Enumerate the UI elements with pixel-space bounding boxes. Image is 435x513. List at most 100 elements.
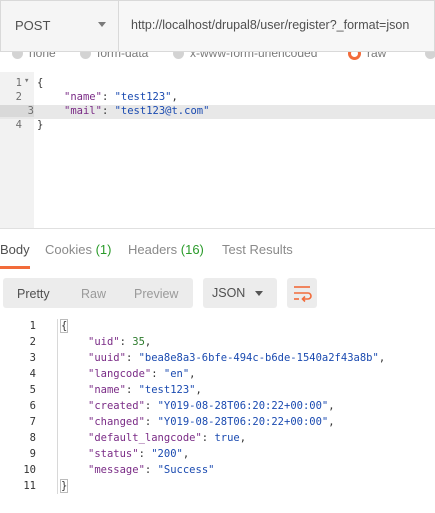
- code-text: }: [59, 479, 69, 493]
- radio-dot-icon: [80, 52, 91, 60]
- tab-label: Cookies: [45, 242, 92, 257]
- body-type-radio-3[interactable]: raw: [348, 52, 386, 64]
- json-key: "message": [88, 464, 145, 476]
- chevron-down-icon: [98, 22, 106, 27]
- divider: [0, 228, 435, 229]
- tab-body[interactable]: Body: [0, 242, 30, 257]
- body-type-radio-0[interactable]: none: [12, 52, 56, 64]
- line-number: 3: [29, 352, 36, 364]
- json-key: "name": [88, 384, 126, 396]
- view-pretty-button[interactable]: Pretty: [17, 287, 50, 301]
- code-text: "mail": "test123@t.com": [64, 105, 210, 117]
- json-value: "Success": [157, 464, 215, 476]
- radio-dot-icon: [12, 52, 23, 60]
- active-tab-indicator: [0, 266, 30, 269]
- json-key: "changed": [88, 416, 145, 428]
- view-preview-button[interactable]: Preview: [134, 287, 178, 301]
- code-line: 10 "message": "Success": [0, 464, 435, 480]
- json-key: "created": [88, 400, 145, 412]
- code-line: 6 "created": "Y019-08-28T06:20:22+00:00",: [0, 400, 435, 416]
- json-bracket: }: [59, 479, 69, 493]
- json-punct: ,: [189, 368, 196, 380]
- tab-headers[interactable]: Headers (16): [128, 242, 204, 257]
- code-line: 4 "langcode": "en",: [0, 368, 435, 384]
- wrap-lines-icon: [294, 286, 312, 303]
- json-value: "bea8e8a3-6bfe-494c-b6de-1540a2f43a8b": [138, 352, 379, 364]
- json-punct: ,: [239, 432, 247, 444]
- radio-label: none: [29, 52, 56, 60]
- json-punct: ,: [182, 448, 190, 460]
- tab-test-results[interactable]: Test Results: [222, 242, 293, 257]
- json-bracket: {: [59, 319, 69, 333]
- chevron-down-icon: [255, 291, 263, 296]
- request-bar: POST http://localhost/drupal8/user/regis…: [0, 0, 435, 52]
- json-key: "status": [88, 448, 139, 460]
- body-type-radio-4[interactable]: bi: [425, 52, 435, 64]
- tab-count-badge: (1): [95, 242, 112, 257]
- line-number: 1: [29, 320, 36, 332]
- method-select[interactable]: POST: [0, 0, 118, 52]
- radio-dot-icon: [173, 52, 184, 60]
- json-key: "uuid": [88, 352, 126, 364]
- json-punct: ,: [378, 352, 386, 364]
- line-number: 5: [29, 384, 36, 396]
- code-text: {: [59, 319, 69, 333]
- json-value: "Y019-08-28T06:20:22+00:00": [157, 400, 329, 412]
- line-number: 11: [23, 480, 36, 492]
- url-input[interactable]: http://localhost/drupal8/user/register?_…: [118, 0, 435, 52]
- json-punct: ,: [144, 336, 152, 348]
- code-text: }: [37, 119, 43, 131]
- line-number: 4: [15, 119, 22, 131]
- code-line: 9 "status": "200",: [0, 448, 435, 464]
- code-line: 11}: [0, 479, 435, 496]
- code-line: 1{: [0, 319, 435, 336]
- request-body-editor[interactable]: 1 ▾ {2 "name": "test123", 3 "mail": "test123@…: [0, 72, 435, 228]
- line-number: 2: [15, 91, 22, 103]
- line-number: 9: [29, 448, 36, 460]
- radio-dot-icon: [348, 52, 361, 61]
- response-tabs: Body Cookies (1) Headers (16) Test Results: [0, 232, 435, 269]
- json-value: "Y019-08-28T06:20:22+00:00": [157, 416, 329, 428]
- code-text: "status": "200",: [88, 448, 190, 460]
- line-number: 1: [15, 77, 22, 89]
- code-text: "langcode": "en",: [88, 368, 196, 380]
- json-punct: ,: [195, 384, 202, 396]
- line-number: 8: [29, 432, 36, 444]
- code-line: 8 "default_langcode": true,: [0, 432, 435, 448]
- body-type-radio-1[interactable]: form-data: [80, 52, 148, 64]
- code-text: "created": "Y019-08-28T06:20:22+00:00",: [88, 400, 335, 412]
- code-line: 4}: [0, 119, 435, 133]
- code-line: 3 "mail": "test123@t.com": [0, 105, 435, 119]
- body-type-radio-2[interactable]: x-www-form-urlencoded: [173, 52, 317, 64]
- fold-caret-icon[interactable]: ▾: [24, 76, 29, 86]
- language-select[interactable]: JSON: [203, 278, 277, 308]
- code-line: 3 "uuid": "bea8e8a3-6bfe-494c-b6de-1540a2…: [0, 352, 435, 368]
- json-punct: ,: [328, 400, 335, 412]
- code-text: "name": "test123",: [88, 384, 202, 396]
- code-line: 2 "name": "test123",: [0, 91, 435, 105]
- view-mode-group: Pretty Raw Preview: [3, 278, 193, 308]
- view-raw-button[interactable]: Raw: [81, 287, 106, 301]
- code-line: 1 ▾ {: [0, 76, 435, 91]
- tab-cookies[interactable]: Cookies (1): [45, 242, 111, 257]
- tab-label: Test Results: [222, 242, 293, 257]
- json-key: "name": [64, 91, 102, 103]
- json-value: 35: [132, 336, 145, 348]
- code-text: {: [37, 77, 43, 89]
- radio-dot-icon: [425, 52, 435, 60]
- code-line: 5 "name": "test123",: [0, 384, 435, 400]
- json-key: "default_langcode": [88, 432, 202, 444]
- code-text: "default_langcode": true,: [88, 432, 247, 444]
- wrap-lines-button[interactable]: [287, 278, 317, 308]
- line-number: 6: [29, 400, 36, 412]
- json-key: "mail": [64, 105, 102, 117]
- json-value: true: [214, 432, 240, 444]
- code-text: "uuid": "bea8e8a3-6bfe-494c-b6de-1540a2f…: [88, 352, 386, 364]
- json-value: "200": [151, 448, 183, 460]
- radio-label: form-data: [97, 52, 149, 60]
- method-label: POST: [15, 18, 51, 33]
- tab-label: Headers: [128, 242, 178, 257]
- tab-count-badge: (16): [180, 242, 204, 257]
- response-body-viewer[interactable]: 1{2 "uid": 35, 3 "uuid": "bea8e8a3-6bfe-494…: [0, 319, 435, 499]
- language-label: JSON: [212, 286, 246, 300]
